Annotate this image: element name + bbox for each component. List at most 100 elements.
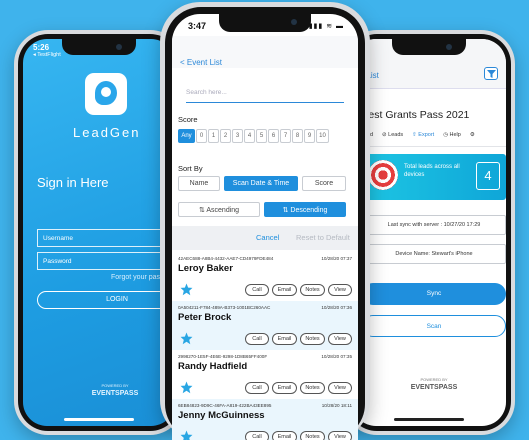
back-to-event-list[interactable]: < Event List [180,58,222,67]
lead-actions: Call Email Notes View [245,382,352,394]
filter-icon[interactable] [484,67,498,80]
score-filter: Any 0 1 2 3 4 5 6 7 8 9 10 [178,129,329,143]
score-0[interactable]: 0 [196,129,207,143]
star-icon[interactable] [180,283,193,296]
tab-bar: oard ⊘ Leads ⇧ Export ◷ Help ⚙ [362,132,475,138]
password-field[interactable]: Password [37,252,175,270]
star-icon[interactable] [180,332,193,345]
filter-screen: 3:47 ▮▮▮ ≋ ▬ < Event List Search here...… [172,14,358,440]
score-10[interactable]: 10 [316,129,329,143]
call-button[interactable]: Call [245,431,269,440]
tab-leads[interactable]: ⊘ Leads [382,132,403,138]
lead-date: 10/28/20 07:36 [321,305,352,310]
view-button[interactable]: View [328,333,352,345]
score-2[interactable]: 2 [220,129,231,143]
score-4[interactable]: 4 [244,129,255,143]
notes-button[interactable]: Notes [300,284,325,296]
eventspass-logo: EVENTSPASS [91,390,139,397]
dashboard-screen: t List Fest Grants Pass 2021 oard ⊘ Lead… [352,39,506,426]
powered-by-label: POWERED BY [420,377,448,382]
total-leads-label: Total leads across all devices [404,164,460,178]
email-button[interactable]: Email [272,333,297,345]
score-6[interactable]: 6 [268,129,279,143]
signal-wifi-battery-icon: ▮▮▮ ≋ ▬ [308,23,344,30]
powered-by-label: POWERED BY [101,383,129,388]
status-bar: 5:26 ◂ TestFlight [33,43,61,58]
notes-button[interactable]: Notes [300,431,325,440]
sort-scan-date-button[interactable]: Scan Date & Time [224,176,298,191]
score-1[interactable]: 1 [208,129,219,143]
sort-by-label: Sort By [178,164,203,173]
tab-help[interactable]: ◷ Help [443,132,461,138]
star-icon[interactable] [180,381,193,394]
ascending-button[interactable]: ⇅ Ascending [178,202,260,217]
login-button[interactable]: LOGIN [37,291,175,309]
leadgen-logo-icon [85,73,127,115]
lead-list-item[interactable]: 42AEC688-A8B4-4432-AAE7-CD4979FDE484 10/2… [172,252,358,301]
lead-date: 10/28/20 07:35 [321,354,352,359]
eventspass-logo: EVENTSPASS [410,384,458,391]
sign-in-title: Sign in Here [37,175,109,190]
email-button[interactable]: Email [272,284,297,296]
scan-button[interactable]: Scan [362,315,506,337]
score-3[interactable]: 3 [232,129,243,143]
search-input[interactable]: Search here... [186,87,344,103]
score-9[interactable]: 9 [304,129,315,143]
email-button[interactable]: Email [272,431,297,440]
username-field[interactable]: Username [37,229,175,247]
lead-name: Peter Brock [178,312,232,323]
score-label: Score [178,115,198,124]
phone-left: 5:26 ◂ TestFlight LeadGen Sign in Here U… [14,30,184,435]
lead-actions: Call Email Notes View [245,431,352,440]
lead-name: Jenny McGuinness [178,410,265,421]
lead-list-item[interactable]: 2998270-1E5F-4E6E-9298-1D8B65FF400F 10/28… [172,350,358,399]
phone-center: 3:47 ▮▮▮ ≋ ▬ < Event List Search here...… [160,2,370,440]
divider [352,146,506,147]
lead-name: Randy Hadfield [178,361,248,372]
score-5[interactable]: 5 [256,129,267,143]
notch [392,39,466,55]
reset-default-button[interactable]: Reset to Default [296,233,350,242]
sort-name-button[interactable]: Name [178,176,220,191]
notes-button[interactable]: Notes [300,333,325,345]
view-button[interactable]: View [328,382,352,394]
home-indicator [64,418,134,421]
status-time: 5:26 [33,43,50,52]
sort-score-button[interactable]: Score [302,176,346,191]
view-button[interactable]: View [328,284,352,296]
descending-button[interactable]: ⇅ Descending [264,202,346,217]
notes-button[interactable]: Notes [300,382,325,394]
total-leads-card: Total leads across all devices 4 [362,154,506,200]
view-button[interactable]: View [328,431,352,440]
lead-list-item[interactable]: 6EB84823-9D9C-46FA-A819-422BA43EE895 10/2… [172,399,358,440]
call-button[interactable]: Call [245,333,269,345]
sign-in-screen: 5:26 ◂ TestFlight LeadGen Sign in Here U… [23,39,175,426]
sort-by-options: Name Scan Date & Time Score [178,176,346,191]
lead-actions: Call Email Notes View [245,333,352,345]
lead-date: 10/28/20 18:11 [321,403,352,408]
event-title: Fest Grants Pass 2021 [362,109,470,121]
star-icon[interactable] [180,430,193,440]
status-time: 3:47 [188,21,207,31]
settings-icon[interactable]: ⚙ [470,132,475,138]
email-button[interactable]: Email [272,382,297,394]
score-8[interactable]: 8 [292,129,303,143]
sync-button[interactable]: Sync [362,283,506,305]
tab-export[interactable]: ⇧ Export [412,132,434,138]
score-7[interactable]: 7 [280,129,291,143]
notch [62,39,136,55]
call-button[interactable]: Call [245,284,269,296]
last-sync-info: Last sync with server : 10/27/20 17:29 [362,215,506,235]
lead-date: 10/28/20 07:37 [321,256,352,261]
device-name-info: Device Name: Stewart's iPhone [362,244,506,264]
forgot-password-link[interactable]: Forgot your pas [111,274,160,281]
brand-name: LeadGen [73,125,141,140]
cancel-button[interactable]: Cancel [256,233,279,242]
score-any[interactable]: Any [178,129,195,143]
notch [219,14,311,32]
sort-order-options: ⇅ Ascending ⇅ Descending [178,202,346,217]
lead-list-item[interactable]: 0A504211-F784-489A-B373-1001BC260AAC 10/2… [172,301,358,350]
lead-actions: Call Email Notes View [245,284,352,296]
call-button[interactable]: Call [245,382,269,394]
testflight-back[interactable]: ◂ TestFlight [33,52,61,58]
